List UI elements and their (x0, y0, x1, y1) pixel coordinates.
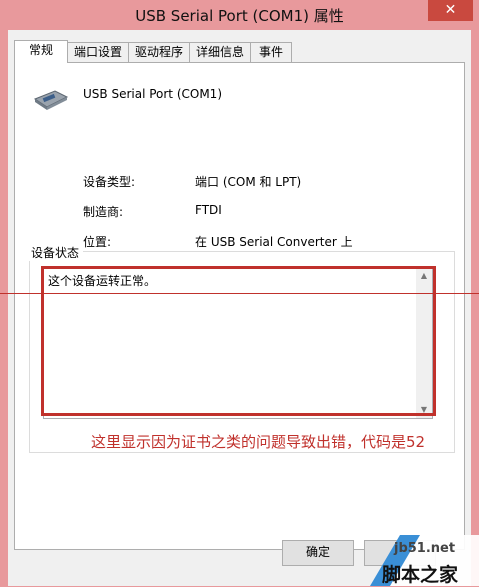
tab-general[interactable]: 常规 (14, 40, 68, 63)
location-value: 在 USB Serial Converter 上 (195, 235, 353, 249)
device-type-value: 端口 (COM 和 LPT) (195, 175, 302, 189)
general-tab-panel: USB Serial Port (COM1) 设备类型: 端口 (COM 和 L… (14, 62, 465, 550)
annotation-guide-line (0, 293, 479, 294)
close-icon: ✕ (444, 2, 457, 18)
ok-button[interactable]: 确定 (282, 540, 354, 566)
tab-port-settings[interactable]: 端口设置 (67, 42, 129, 62)
close-button[interactable]: ✕ (428, 0, 473, 21)
annotation-highlight-box (41, 266, 436, 416)
manufacturer-label: 制造商: (83, 205, 124, 219)
window-title: USB Serial Port (COM1) 属性 (135, 7, 344, 25)
tab-details[interactable]: 详细信息 (189, 42, 251, 62)
tab-events[interactable]: 事件 (250, 42, 292, 62)
watermark-brand: 脚本之家 (382, 564, 459, 586)
device-name: USB Serial Port (COM1) (83, 87, 222, 101)
usb-serial-port-icon (33, 90, 69, 110)
title-bar: USB Serial Port (COM1) 属性 ✕ (0, 0, 479, 30)
tab-driver[interactable]: 驱动程序 (128, 42, 190, 62)
dialog-client: 常规 端口设置 驱动程序 详细信息 事件 USB Serial Port (CO… (8, 30, 471, 586)
manufacturer-value: FTDI (195, 203, 222, 217)
annotation-text: 这里显示因为证书之类的问题导致出错，代码是52 (91, 433, 426, 451)
device-type-label: 设备类型: (83, 175, 136, 189)
device-status-label: 设备状态 (27, 244, 84, 261)
watermark-site: jb51.net (394, 541, 456, 556)
location-label: 位置: (83, 235, 112, 249)
